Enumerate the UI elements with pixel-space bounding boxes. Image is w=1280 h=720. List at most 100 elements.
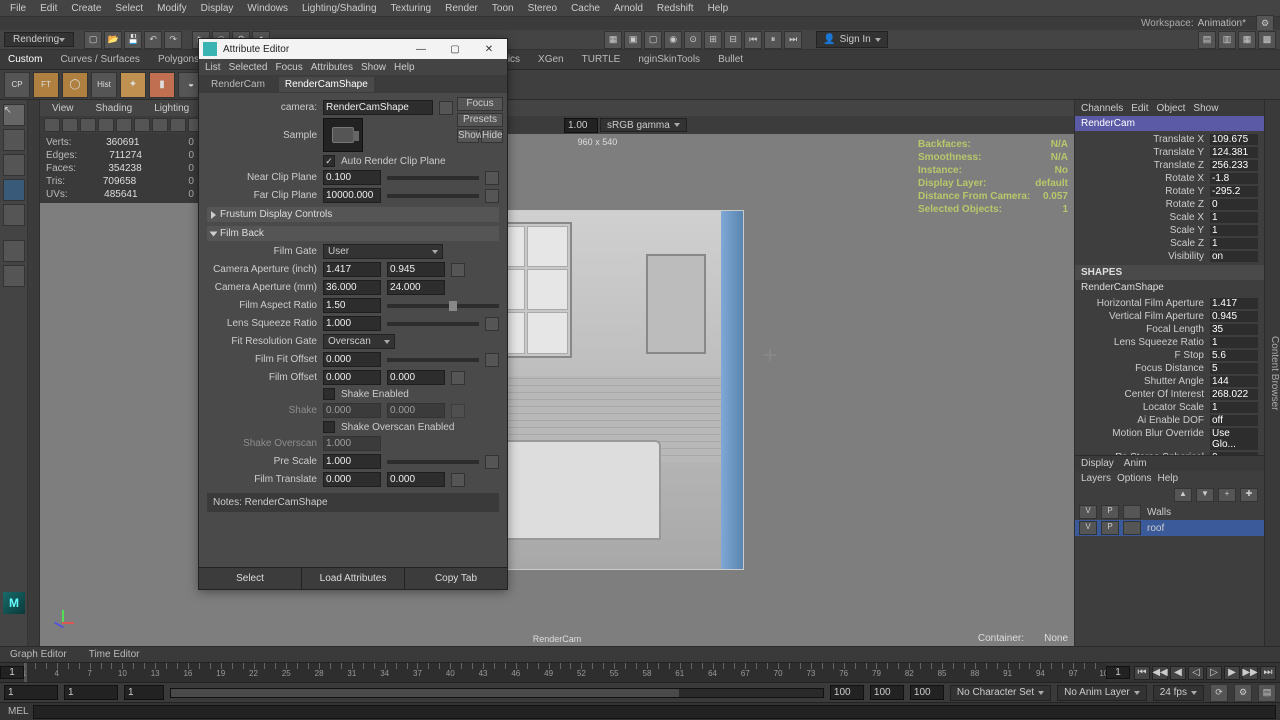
lens-slider[interactable] (387, 322, 479, 326)
magnet-icon[interactable]: ⊙ (684, 31, 702, 49)
fps-dropdown[interactable]: 24 fps (1153, 685, 1204, 701)
channel-value[interactable]: Use Glo... (1210, 428, 1258, 450)
presets-button[interactable]: Presets (457, 113, 503, 127)
cb-tab[interactable]: Channels (1081, 103, 1123, 114)
save-scene-icon[interactable]: 💾 (124, 31, 142, 49)
channel-value[interactable]: -1.8 (1210, 173, 1258, 184)
step-fwd-icon[interactable]: ▶ (1224, 666, 1240, 680)
map-icon[interactable] (485, 171, 499, 185)
playback-start-field[interactable]: 1 (64, 685, 118, 700)
film-gate-icon[interactable] (98, 118, 114, 132)
channel-value[interactable]: 5 (1210, 363, 1258, 374)
layers-menu[interactable]: Layers (1081, 473, 1111, 484)
outliner-collapsed[interactable] (28, 100, 40, 646)
mode-dropdown[interactable]: Rendering (4, 32, 74, 47)
attr-menu-item[interactable]: Help (394, 62, 415, 73)
snap-icon[interactable]: ⊞ (704, 31, 722, 49)
options-menu[interactable]: Options (1117, 473, 1151, 484)
vp-lighting[interactable]: Lighting (148, 101, 195, 116)
hide-button[interactable]: Hide (481, 129, 503, 143)
move-tool[interactable] (3, 154, 25, 176)
selected-object[interactable]: RenderCam (1075, 116, 1264, 131)
vp-view[interactable]: View (46, 101, 80, 116)
layer-row[interactable]: VPWalls (1075, 504, 1264, 520)
menu-select[interactable]: Select (109, 1, 149, 16)
image-plane-icon[interactable] (80, 118, 96, 132)
layer-row[interactable]: VProof (1075, 520, 1264, 536)
auto-render-clip-checkbox[interactable] (323, 155, 335, 167)
shake-overscan-checkbox[interactable] (323, 421, 335, 433)
play-fwd-icon[interactable]: ▷ (1206, 666, 1222, 680)
menu-display[interactable]: Display (195, 1, 240, 16)
channel-value[interactable]: -295.2 (1210, 186, 1258, 197)
shape-name[interactable]: RenderCamShape (1075, 280, 1264, 295)
new-layer-icon[interactable]: + (1218, 488, 1236, 502)
aspect-slider[interactable] (387, 304, 499, 308)
channel-value[interactable]: off (1210, 415, 1258, 426)
select-tool[interactable]: ↖ (3, 104, 25, 126)
aperture-mm-y[interactable]: 24.000 (387, 280, 445, 295)
prescale-slider[interactable] (387, 460, 479, 464)
layout-2-icon[interactable]: ▥ (1218, 31, 1236, 49)
vp-shading[interactable]: Shading (90, 101, 139, 116)
anim-start-field[interactable]: 1 (4, 685, 58, 700)
character-set-dropdown[interactable]: No Character Set (950, 685, 1051, 701)
attr-menu-item[interactable]: List (205, 62, 221, 73)
fitres-dropdown[interactable]: Overscan (323, 334, 395, 349)
menu-lightingshading[interactable]: Lighting/Shading (296, 1, 383, 16)
step-back-key-icon[interactable]: ◀◀ (1152, 666, 1168, 680)
script-icon[interactable]: ▤ (1258, 684, 1276, 702)
channel-value[interactable]: on (1210, 251, 1258, 262)
shelf-cp-icon[interactable]: CP (4, 72, 30, 98)
open-scene-icon[interactable]: 📂 (104, 31, 122, 49)
tab-rendercam[interactable]: RenderCam (205, 77, 271, 92)
panel-toggle-icon[interactable]: ▦ (604, 31, 622, 49)
resolution-gate-icon[interactable] (116, 118, 132, 132)
safe-action-icon[interactable] (170, 118, 186, 132)
menu-edit[interactable]: Edit (34, 1, 63, 16)
attr-menu-item[interactable]: Selected (229, 62, 268, 73)
module-tab[interactable]: Polygons (154, 52, 203, 67)
far-clip-field[interactable]: 10000.000 (323, 188, 381, 203)
redo-icon[interactable]: ↷ (164, 31, 182, 49)
menu-file[interactable]: File (4, 1, 32, 16)
cb-tab[interactable]: Object (1157, 103, 1186, 114)
exposure-field[interactable]: 1.00 (564, 118, 598, 133)
rotate-tool[interactable] (3, 179, 25, 201)
filmtrans-x[interactable]: 0.000 (323, 472, 381, 487)
shelf-paint-icon[interactable]: ▮ (149, 72, 175, 98)
channel-value[interactable]: 1 (1210, 225, 1258, 236)
play-back-icon[interactable]: ◁ (1188, 666, 1204, 680)
skip-fwd-icon[interactable]: ⏭ (784, 31, 802, 49)
near-clip-field[interactable]: 0.100 (323, 170, 381, 185)
channel-value[interactable]: 5.6 (1210, 350, 1258, 361)
attr-menu-item[interactable]: Attributes (311, 62, 353, 73)
menu-arnold[interactable]: Arnold (608, 1, 649, 16)
show-button[interactable]: Show (457, 129, 479, 143)
menu-windows[interactable]: Windows (241, 1, 294, 16)
step-fwd-key-icon[interactable]: ▶▶ (1242, 666, 1258, 680)
prescale-field[interactable]: 1.000 (323, 454, 381, 469)
menu-render[interactable]: Render (439, 1, 484, 16)
film-back-section[interactable]: Film Back (207, 226, 499, 241)
attr-menu-item[interactable]: Show (361, 62, 386, 73)
channel-value[interactable]: 0 (1210, 199, 1258, 210)
near-clip-slider[interactable] (387, 176, 479, 180)
map-icon[interactable] (451, 263, 465, 277)
scale-tool[interactable] (3, 204, 25, 226)
far-clip-slider[interactable] (387, 194, 479, 198)
menu-stereo[interactable]: Stereo (522, 1, 563, 16)
aspect-field[interactable]: 1.50 (323, 298, 381, 313)
layout-4-icon[interactable]: ▩ (1258, 31, 1276, 49)
new-scene-icon[interactable]: ▢ (84, 31, 102, 49)
channel-value[interactable]: 35 (1210, 324, 1258, 335)
tab-anim[interactable]: Anim (1124, 458, 1147, 469)
color-space-dropdown[interactable]: sRGB gamma (600, 118, 687, 132)
anim-end2-field[interactable]: 100 (910, 685, 944, 700)
filmoff-x[interactable]: 0.000 (323, 370, 381, 385)
go-start-icon[interactable]: ⏮ (1134, 666, 1150, 680)
fitoff-slider[interactable] (387, 358, 479, 362)
filmtrans-y[interactable]: 0.000 (387, 472, 445, 487)
channel-value[interactable]: 256.233 (1210, 160, 1258, 171)
maximize-icon[interactable]: ▢ (441, 41, 469, 57)
